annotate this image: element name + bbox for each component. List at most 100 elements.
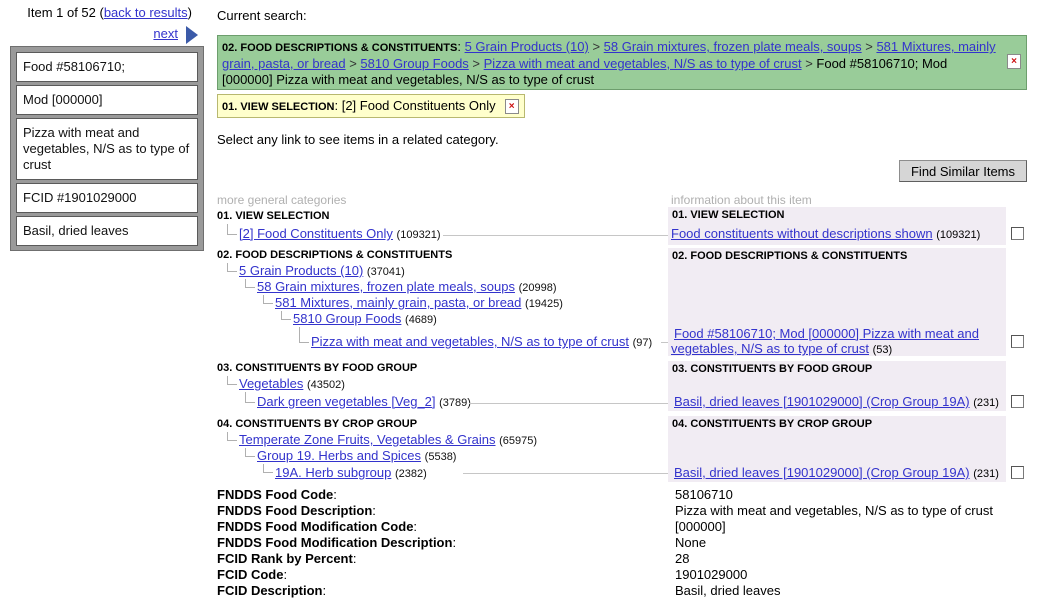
- tree-elbow: [227, 376, 237, 385]
- detail-value-fcid-code: 1901029000: [675, 567, 748, 582]
- info-link[interactable]: Basil, dried leaves [1901029000] (Crop G…: [674, 394, 970, 409]
- info-link[interactable]: Food #58106710; Mod [000000] Pizza with …: [674, 326, 979, 341]
- related-category-hint: Select any link to see items in a relate…: [217, 132, 499, 147]
- detail-label-food-description: FNDDS Food Description:: [217, 503, 376, 518]
- remove-view-icon[interactable]: ×: [504, 99, 519, 114]
- info-link[interactable]: Food constituents without descriptions s…: [671, 226, 933, 241]
- item-position: Item 1 of 52 (back to results): [27, 5, 192, 20]
- connector-line: [443, 235, 672, 236]
- tree-link[interactable]: Vegetables: [239, 376, 303, 391]
- tree-link[interactable]: 5 Grain Products (10): [239, 263, 363, 278]
- detail-value-mod-description: None: [675, 535, 707, 550]
- item-sidebar: Item 1 of 52 (back to results) next Food…: [10, 0, 204, 251]
- info-link[interactable]: vegetables, N/S as to type of crust: [671, 341, 869, 356]
- info-title-view: 01. VIEW SELECTION: [672, 209, 785, 221]
- tree-elbow: [245, 392, 255, 403]
- info-entry-food-line2: vegetables, N/S as to type of crust (53): [671, 341, 893, 356]
- info-title-food: 02. FOOD DESCRIPTIONS & CONSTITUENTS: [672, 250, 908, 262]
- detail-label-mod-code: FNDDS Food Modification Code:: [217, 519, 418, 534]
- tree-node-cg-3: 19A. Herb subgroup (2382): [275, 465, 427, 480]
- tree-elbow: [227, 263, 237, 272]
- section-title-crop-group: 04. CONSTITUENTS BY CROP GROUP: [217, 418, 418, 430]
- tree-link[interactable]: 58 Grain mixtures, frozen plate meals, s…: [257, 279, 515, 294]
- section-title-view: 01. VIEW SELECTION: [217, 210, 330, 222]
- item-info-heading: information about this item: [671, 193, 812, 207]
- tree-node-fg-1: Vegetables (43502): [239, 376, 345, 391]
- info-entry-view: Food constituents without descriptions s…: [671, 226, 981, 241]
- back-to-results-link[interactable]: back to results: [104, 5, 188, 20]
- tree-elbow: [299, 327, 309, 343]
- current-search-label: Current search:: [217, 8, 307, 23]
- item-fcid-description: Basil, dried leaves: [16, 216, 198, 246]
- item-summary-box: Food #58106710; Mod [000000] Pizza with …: [10, 46, 204, 251]
- tree-elbow: [245, 448, 255, 457]
- connector-line: [469, 403, 672, 404]
- detail-value-food-description: Pizza with meat and vegetables, N/S as t…: [675, 503, 993, 518]
- search-criteria-box: 02. FOOD DESCRIPTIONS & CONSTITUENTS: 5 …: [217, 35, 1027, 90]
- tree-node-food-5: Pizza with meat and vegetables, N/S as t…: [311, 334, 653, 349]
- general-categories-heading: more general categories: [217, 193, 347, 207]
- tree-link[interactable]: Pizza with meat and vegetables, N/S as t…: [311, 334, 629, 349]
- tree-elbow: [263, 295, 273, 304]
- detail-label-fcid-code: FCID Code:: [217, 567, 288, 582]
- tree-node-cg-1: Temperate Zone Fruits, Vegetables & Grai…: [239, 432, 538, 447]
- checkbox-view[interactable]: [1011, 227, 1024, 240]
- detail-value-food-code: 58106710: [675, 487, 733, 502]
- tree-elbow: [227, 432, 237, 441]
- remove-criteria-icon[interactable]: ×: [1007, 54, 1021, 69]
- detail-label-mod-description: FNDDS Food Modification Description:: [217, 535, 457, 550]
- connector-line: [463, 473, 672, 474]
- breadcrumb-link-grain-products[interactable]: 5 Grain Products (10): [465, 39, 589, 54]
- tree-elbow: [227, 224, 237, 235]
- info-panel-crop-group: 04. CONSTITUENTS BY CROP GROUP Basil, dr…: [668, 416, 1006, 482]
- tree-link[interactable]: Dark green vegetables [Veg_2]: [257, 394, 436, 409]
- detail-label-food-code: FNDDS Food Code:: [217, 487, 337, 502]
- next-arrow-icon[interactable]: [186, 26, 198, 44]
- tree-link[interactable]: Temperate Zone Fruits, Vegetables & Grai…: [239, 432, 496, 447]
- detail-label-rank: FCID Rank by Percent:: [217, 551, 357, 566]
- checkbox-food[interactable]: [1011, 335, 1024, 348]
- tree-node-food-3: 581 Mixtures, mainly grain, pasta, or br…: [275, 295, 563, 310]
- info-panel-food: 02. FOOD DESCRIPTIONS & CONSTITUENTS Foo…: [668, 248, 1006, 356]
- info-panel-food-group: 03. CONSTITUENTS BY FOOD GROUP Basil, dr…: [668, 361, 1006, 411]
- view-selection-label: 01. VIEW SELECTION: [222, 101, 335, 113]
- info-entry-food-line1: Food #58106710; Mod [000000] Pizza with …: [674, 326, 979, 341]
- breadcrumb-link-pizza[interactable]: Pizza with meat and vegetables, N/S as t…: [484, 56, 802, 71]
- detail-value-fcid-description: Basil, dried leaves: [675, 583, 781, 598]
- item-food-description: Pizza with meat and vegetables, N/S as t…: [16, 118, 198, 180]
- tree-node-cg-2: Group 19. Herbs and Spices (5538): [257, 448, 457, 463]
- info-link[interactable]: Basil, dried leaves [1901029000] (Crop G…: [674, 465, 970, 480]
- breadcrumb-link-grain-mixtures[interactable]: 58 Grain mixtures, frozen plate meals, s…: [604, 39, 862, 54]
- tree-link[interactable]: [2] Food Constituents Only: [239, 226, 393, 241]
- criteria-label: 02. FOOD DESCRIPTIONS & CONSTITUENTS: [222, 42, 458, 54]
- checkbox-crop-group[interactable]: [1011, 466, 1024, 479]
- item-food-number: Food #58106710;: [16, 52, 198, 82]
- next-nav: next: [10, 26, 204, 46]
- tree-link[interactable]: Group 19. Herbs and Spices: [257, 448, 421, 463]
- detail-value-mod-code: [000000]: [675, 519, 726, 534]
- tree-node-fg-2: Dark green vegetables [Veg_2] (3789): [257, 394, 471, 409]
- tree-link[interactable]: 5810 Group Foods: [293, 311, 401, 326]
- breadcrumb-link-group-foods[interactable]: 5810 Group Foods: [360, 56, 468, 71]
- section-title-food: 02. FOOD DESCRIPTIONS & CONSTITUENTS: [217, 249, 453, 261]
- info-title-food-group: 03. CONSTITUENTS BY FOOD GROUP: [672, 363, 873, 375]
- next-link[interactable]: next: [153, 26, 178, 41]
- view-selection-value: [2] Food Constituents Only: [341, 98, 496, 113]
- checkbox-food-group[interactable]: [1011, 395, 1024, 408]
- tree-link[interactable]: 19A. Herb subgroup: [275, 465, 391, 480]
- tree-elbow: [281, 311, 291, 320]
- info-entry-crop-group: Basil, dried leaves [1901029000] (Crop G…: [674, 465, 999, 480]
- tree-node-view: [2] Food Constituents Only (109321): [239, 226, 441, 241]
- tree-elbow: [245, 279, 255, 288]
- item-fcid-number: FCID #1901029000: [16, 183, 198, 213]
- tree-link[interactable]: 581 Mixtures, mainly grain, pasta, or br…: [275, 295, 521, 310]
- detail-value-rank: 28: [675, 551, 690, 566]
- detail-label-fcid-description: FCID Description:: [217, 583, 327, 598]
- find-similar-button[interactable]: Find Similar Items: [899, 160, 1027, 182]
- view-selection-box: 01. VIEW SELECTION: [2] Food Constituent…: [217, 94, 525, 118]
- tree-node-food-4: 5810 Group Foods (4689): [293, 311, 437, 326]
- tree-elbow: [263, 464, 273, 473]
- item-mod-code: Mod [000000]: [16, 85, 198, 115]
- tree-node-food-2: 58 Grain mixtures, frozen plate meals, s…: [257, 279, 557, 294]
- info-title-crop-group: 04. CONSTITUENTS BY CROP GROUP: [672, 418, 873, 430]
